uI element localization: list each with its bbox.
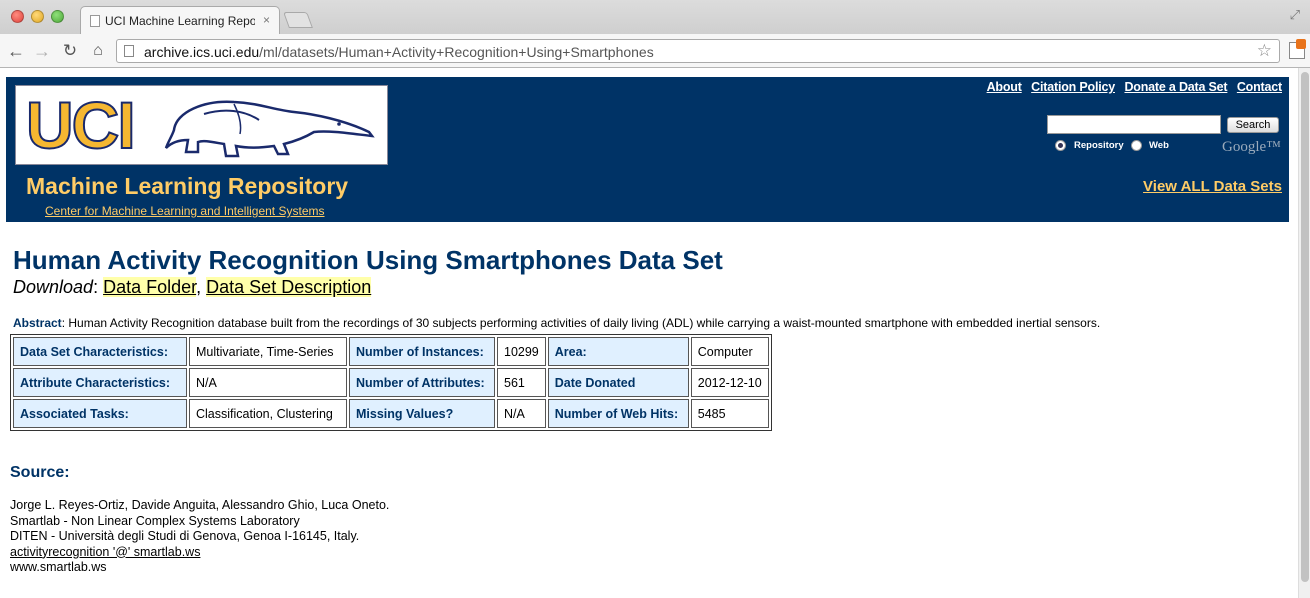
source-lab: Smartlab - Non Linear Complex Systems La… [10, 513, 300, 528]
table-value-cell: N/A [497, 399, 546, 428]
url-text[interactable]: archive.ics.uci.edu/ml/datasets/Human+Ac… [144, 44, 654, 60]
site-header: UCI Machine Learning Repository Center f… [6, 77, 1289, 222]
table-key-cell: Missing Values? [349, 399, 495, 428]
web-radio-label: Web [1149, 140, 1169, 151]
table-row: Associated Tasks: Classification, Cluste… [13, 399, 769, 428]
donate-link[interactable]: Donate a Data Set [1124, 80, 1227, 94]
close-window-button[interactable] [11, 10, 24, 23]
zoom-window-button[interactable] [51, 10, 64, 23]
uci-logo-text: UCI [25, 87, 137, 163]
source-university: DITEN - Università degli Studi di Genova… [10, 529, 360, 543]
table-key-cell: Date Donated [547, 368, 689, 397]
page-favicon-icon [90, 15, 100, 27]
back-arrow-icon[interactable]: ← [5, 40, 27, 62]
table-key-cell: Attribute Characteristics: [13, 368, 187, 397]
table-key-cell: Number of Attributes: [349, 368, 495, 397]
page-title: Human Activity Recognition Using Smartph… [13, 245, 723, 275]
abstract: Abstract: Human Activity Recognition dat… [13, 316, 1101, 330]
table-value-cell: 561 [497, 368, 546, 397]
extension-badge [1296, 39, 1306, 49]
url-path: /ml/datasets/Human+Activity+Recognition+… [259, 44, 654, 60]
about-link[interactable]: About [987, 80, 1022, 94]
search-button[interactable]: Search [1227, 117, 1279, 133]
repository-title: Machine Learning Repository [26, 173, 349, 199]
minimize-window-button[interactable] [31, 10, 44, 23]
home-icon[interactable]: ⌂ [87, 40, 109, 62]
google-logo: Google™ [1222, 139, 1281, 155]
table-key-cell: Number of Instances: [349, 337, 495, 366]
table-value-cell: N/A [189, 368, 347, 397]
scrollbar-thumb[interactable] [1301, 72, 1309, 582]
table-value-cell: Multivariate, Time-Series [189, 337, 347, 366]
anteater-icon [164, 100, 375, 158]
top-nav-links: About Citation Policy Donate a Data Set … [981, 80, 1283, 94]
forward-arrow-icon[interactable]: → [31, 40, 53, 62]
search-input[interactable] [1047, 115, 1221, 134]
table-value-cell: Computer [690, 337, 769, 366]
browser-tab-bar: UCI Machine Learning Repos × ⤢ [0, 0, 1310, 34]
browser-toolbar: ← → ↻ ⌂ archive.ics.uci.edu/ml/datasets/… [0, 34, 1310, 68]
data-folder-link[interactable]: Data Folder [103, 277, 197, 297]
table-row: Data Set Characteristics: Multivariate, … [13, 337, 769, 366]
center-link[interactable]: Center for Machine Learning and Intellig… [45, 204, 325, 218]
url-host: archive.ics.uci.edu [144, 44, 260, 60]
source-email-link[interactable]: activityrecognition '@' smartlab.ws [10, 545, 389, 561]
bookmark-star-icon[interactable]: ☆ [1257, 41, 1272, 61]
dataset-summary-table: Data Set Characteristics: Multivariate, … [10, 334, 772, 431]
table-key-cell: Area: [547, 337, 689, 366]
table-value-cell: 5485 [690, 399, 769, 428]
table-key-cell: Number of Web Hits: [547, 399, 689, 428]
source-website: www.smartlab.ws [10, 560, 107, 574]
repository-radio[interactable] [1055, 140, 1066, 151]
web-radio[interactable] [1131, 140, 1142, 151]
address-bar[interactable]: archive.ics.uci.edu/ml/datasets/Human+Ac… [116, 39, 1280, 63]
download-line: Download: Data Folder, Data Set Descript… [13, 277, 372, 297]
abstract-text: Human Activity Recognition database buil… [68, 316, 1101, 330]
browser-tab[interactable]: UCI Machine Learning Repos × [80, 6, 280, 34]
tab-title: UCI Machine Learning Repos [105, 14, 255, 28]
vertical-scrollbar[interactable] [1298, 68, 1310, 598]
new-tab-button[interactable] [283, 12, 313, 28]
source-authors: Jorge L. Reyes-Ortiz, Davide Anguita, Al… [10, 498, 390, 512]
table-row: Attribute Characteristics: N/A Number of… [13, 368, 769, 397]
table-key-cell: Associated Tasks: [13, 399, 187, 428]
fullscreen-icon[interactable]: ⤢ [1290, 7, 1300, 23]
source-heading: Source: [10, 464, 70, 481]
uci-logo[interactable]: UCI [15, 85, 388, 165]
abstract-label: Abstract [13, 316, 62, 330]
table-value-cell: 10299 [497, 337, 546, 366]
contact-link[interactable]: Contact [1237, 80, 1282, 94]
repository-radio-label: Repository [1074, 140, 1124, 151]
download-label: Download [13, 277, 94, 297]
citation-policy-link[interactable]: Citation Policy [1031, 80, 1115, 94]
view-all-datasets-link[interactable]: View ALL Data Sets [1143, 178, 1282, 195]
tab-close-icon[interactable]: × [263, 13, 270, 27]
table-key-cell: Data Set Characteristics: [13, 337, 187, 366]
table-value-cell: Classification, Clustering [189, 399, 347, 428]
page-icon [124, 45, 134, 57]
source-body: Jorge L. Reyes-Ortiz, Davide Anguita, Al… [10, 498, 389, 576]
table-value-cell: 2012-12-10 [690, 368, 769, 397]
page-viewport: UCI Machine Learning Repository Center f… [0, 68, 1298, 598]
reload-icon[interactable]: ↻ [59, 40, 81, 62]
dataset-description-link[interactable]: Data Set Description [206, 277, 372, 297]
